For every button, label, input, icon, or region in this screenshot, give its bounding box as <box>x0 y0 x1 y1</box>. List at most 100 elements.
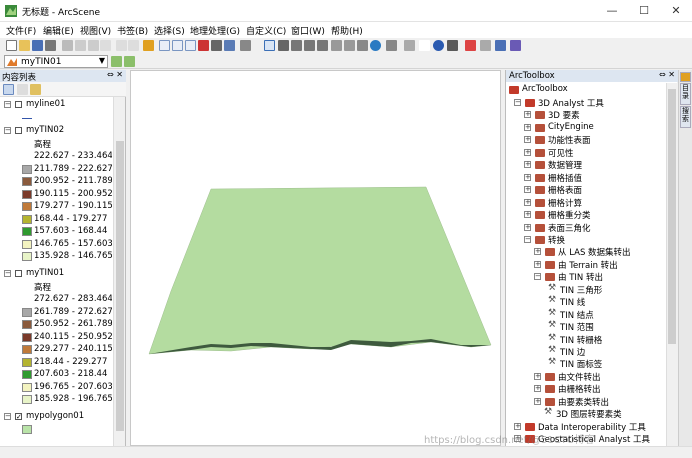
new-icon[interactable] <box>6 40 17 51</box>
list-by-drawing-order-icon[interactable] <box>3 84 14 95</box>
layer-dropdown[interactable]: myTIN01 ▼ <box>4 55 108 68</box>
toolbox-item[interactable]: + 栅格重分类 <box>506 209 666 221</box>
expand-icon[interactable]: + <box>534 260 541 268</box>
toolbox-item[interactable]: − 由 TIN 转出 <box>506 271 666 283</box>
collapse-icon[interactable]: − <box>4 270 11 277</box>
toolbox-item[interactable]: ⚒ TIN 线 <box>506 295 666 308</box>
expand-icon[interactable]: + <box>524 136 531 144</box>
toolbox-item[interactable]: + 可见性 <box>506 147 666 159</box>
toc-window-icon[interactable] <box>159 40 170 51</box>
legend-swatch[interactable] <box>22 227 32 236</box>
zoom-out-icon[interactable] <box>344 40 355 51</box>
toolbox-item[interactable]: + 由要素类转出 <box>506 396 666 408</box>
legend-swatch[interactable] <box>22 345 32 354</box>
identify-icon[interactable] <box>433 40 444 51</box>
toolbox-item[interactable]: ⚒ TIN 转栅格 <box>506 333 666 346</box>
toolbox-item[interactable]: + CityEngine <box>506 122 666 134</box>
delete-icon[interactable] <box>100 40 111 51</box>
menu-selection[interactable]: 选择(S) <box>154 24 185 37</box>
pin-close-icon[interactable]: ⇔ ✕ <box>107 70 123 79</box>
toolbox-item[interactable]: ⚒ TIN 面标签 <box>506 357 666 370</box>
catalog-tab-icon[interactable] <box>680 72 691 82</box>
menu-windows[interactable]: 窗口(W) <box>291 24 325 37</box>
collapse-icon[interactable]: − <box>4 101 11 108</box>
layer-mytin02[interactable]: − myTIN02 <box>0 125 112 137</box>
catalog-tab[interactable]: 目录 <box>680 83 691 105</box>
legend-swatch[interactable] <box>22 370 32 379</box>
redo-icon[interactable] <box>128 40 139 51</box>
menu-help[interactable]: 帮助(H) <box>331 24 363 37</box>
toolbox-item[interactable]: + 由 Terrain 转出 <box>506 259 666 271</box>
toolbox-item[interactable]: + 栅格插值 <box>506 172 666 184</box>
scene-canvas[interactable] <box>131 71 500 445</box>
editor-icon[interactable] <box>240 40 251 51</box>
copy-icon[interactable] <box>75 40 86 51</box>
legend-swatch[interactable] <box>22 382 32 392</box>
menu-file[interactable]: 文件(F) <box>6 24 36 37</box>
clear-selection-icon[interactable] <box>404 40 415 51</box>
scene-view[interactable] <box>130 70 501 446</box>
attributes-icon[interactable] <box>495 40 506 51</box>
open-icon[interactable] <box>19 40 30 51</box>
collapse-icon[interactable]: − <box>514 99 521 106</box>
modelbuilder-icon[interactable] <box>224 40 235 51</box>
maximize-icon[interactable]: ☐ <box>628 0 660 22</box>
add-data-icon[interactable] <box>143 40 154 51</box>
print-icon[interactable] <box>45 40 56 51</box>
layer-mytin01[interactable]: − myTIN01 <box>0 268 112 280</box>
expand-icon[interactable]: + <box>524 211 531 219</box>
toc-scrollbar[interactable] <box>113 97 125 446</box>
fly-icon[interactable] <box>278 40 289 51</box>
menu-view[interactable]: 视图(V) <box>80 24 111 37</box>
arctoolbox-icon[interactable] <box>198 40 209 51</box>
toolbox-item[interactable]: + 数据管理 <box>506 159 666 171</box>
legend-swatch[interactable] <box>22 164 32 174</box>
legend-swatch[interactable] <box>22 152 32 161</box>
scrollbar-thumb[interactable] <box>116 141 124 431</box>
toolbox-item[interactable]: +3D 要素 <box>506 109 666 121</box>
select-features-icon[interactable] <box>386 40 397 51</box>
measure-icon[interactable] <box>465 40 476 51</box>
collapse-icon[interactable]: − <box>534 273 541 281</box>
zoom-to-target-icon[interactable] <box>304 40 315 51</box>
expand-icon[interactable]: + <box>524 198 531 206</box>
legend-swatch[interactable] <box>22 357 32 367</box>
toolbox-item[interactable]: + 功能性表面 <box>506 134 666 146</box>
toolbox-item[interactable]: + 由文件转出 <box>506 371 666 383</box>
collapse-icon[interactable]: − <box>4 413 11 420</box>
legend-swatch[interactable] <box>22 332 32 342</box>
toolbox-item[interactable]: + 栅格表面 <box>506 184 666 196</box>
find-icon[interactable] <box>447 40 458 51</box>
toolbox-item[interactable]: + 从 LAS 数据集转出 <box>506 246 666 258</box>
full-extent-icon[interactable] <box>370 40 381 51</box>
save-icon[interactable] <box>32 40 43 51</box>
collapse-icon[interactable]: − <box>524 235 531 243</box>
set-observer-icon[interactable] <box>317 40 328 51</box>
catalog-window-icon[interactable] <box>172 40 183 51</box>
pin-close-icon[interactable]: ⇔ ✕ <box>659 70 675 79</box>
expand-icon[interactable]: + <box>524 161 531 169</box>
expand-icon[interactable]: + <box>524 173 531 181</box>
cut-icon[interactable] <box>62 40 73 51</box>
layer-visibility-checkbox[interactable] <box>15 127 22 134</box>
minimize-icon[interactable]: — <box>596 0 628 22</box>
undo-icon[interactable] <box>116 40 127 51</box>
legend-swatch[interactable] <box>22 239 32 249</box>
paste-icon[interactable] <box>88 40 99 51</box>
pan-icon[interactable] <box>357 40 368 51</box>
menu-customize[interactable]: 自定义(C) <box>246 24 286 37</box>
scrollbar-thumb[interactable] <box>668 89 676 344</box>
navigate-icon[interactable] <box>264 40 275 51</box>
toolbox-item[interactable]: + 由栅格转出 <box>506 383 666 395</box>
layer-mypolygon01[interactable]: − ✓ mypolygon01 <box>0 411 112 423</box>
toolbox-item[interactable]: ⚒ TIN 三角形 <box>506 283 666 296</box>
legend-swatch[interactable] <box>22 202 32 211</box>
layer-visibility-checkbox[interactable]: ✓ <box>15 413 22 421</box>
toolbox-item[interactable]: + 栅格计算 <box>506 197 666 209</box>
legend-swatch[interactable] <box>22 395 32 404</box>
legend-swatch[interactable] <box>22 320 32 329</box>
expand-icon[interactable]: + <box>534 385 541 393</box>
legend-swatch[interactable] <box>22 189 32 199</box>
menu-geoprocessing[interactable]: 地理处理(G) <box>190 24 240 37</box>
legend-swatch[interactable] <box>22 214 32 224</box>
